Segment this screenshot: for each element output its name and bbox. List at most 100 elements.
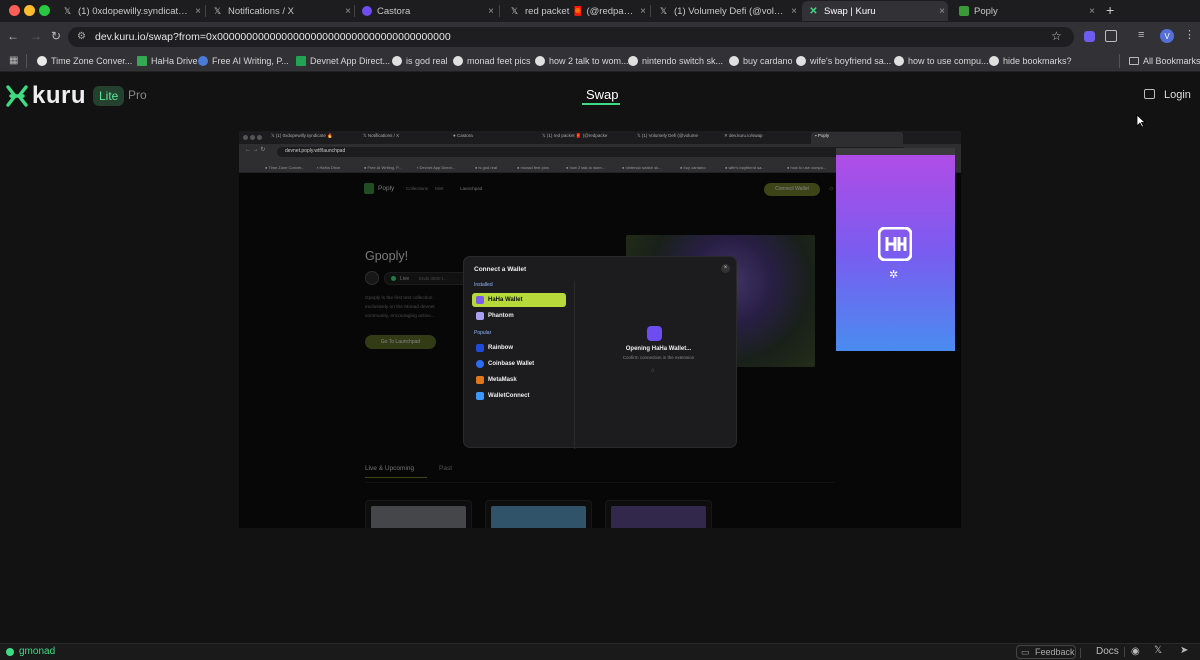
menu-kebab-icon[interactable]: ⋮ [1184,28,1195,41]
browser-tab[interactable]: Castora × [355,1,497,21]
embedded-screen-recording: 𝕏 (1) 0xdopewilly.syndicate 🔥 𝕏 Notifica… [239,131,961,528]
google-icon [535,56,545,66]
wallet-walletconnect: WalletConnect [472,389,566,403]
haha-extension-popup: ✲ [836,155,955,351]
bookmark-star-icon[interactable]: ☆ [1051,29,1062,43]
site-info-icon[interactable]: ⚙ [77,31,86,42]
close-tab-icon[interactable]: × [936,6,948,17]
wallet-icon [1144,89,1155,99]
confirm-connection-text: Confirm connection in the extension [622,355,695,360]
haha-wallet-large-icon [647,326,662,341]
bookmark-item[interactable]: Devnet App Direct... [296,54,390,68]
maximize-window-button[interactable] [39,5,50,16]
folder-icon [1129,57,1139,65]
extension-icon[interactable] [1084,31,1095,42]
extensions-puzzle-icon[interactable] [1105,30,1117,42]
network-status-dot-icon [6,648,14,656]
x-social-icon[interactable]: 𝕏 [1154,645,1162,656]
network-name: gmonad [19,646,56,657]
nav-swap[interactable]: Swap [586,87,619,102]
connect-wallet-modal: Connect a Wallet × Installed HaHa Wallet… [463,256,737,449]
wallet-coinbase: Coinbase Wallet [472,357,566,371]
google-icon [729,56,739,66]
discord-icon[interactable]: ◉ [1131,646,1140,657]
castora-icon [361,6,372,17]
browser-tab[interactable]: 𝕏 Notifications / X × [206,1,354,21]
inner-tab: ✕ dev.kuru.io/swap [724,133,763,138]
inner-tab-active: ▪ Poply [815,133,830,138]
bookmark-item[interactable]: HaHa Drive [137,54,198,68]
kuru-icon: ✕ [809,5,818,17]
close-tab-icon[interactable]: × [1086,6,1098,17]
wallet-metamask: MetaMask [472,373,566,387]
plus-icon [296,56,306,66]
browser-tab[interactable]: 𝕏 (1) 0xdopewilly.syndicate 🔥 × [56,1,204,21]
browser-tab-active[interactable]: ✕ Swap | Kuru × [802,1,948,21]
x-icon: 𝕏 [659,5,668,16]
bookmark-item[interactable]: monad feet pics [453,54,531,68]
bookmark-item[interactable]: Free AI Writing, P... [198,54,289,68]
close-window-button[interactable] [9,5,20,16]
kuru-logo-text: kuru [32,82,87,109]
url-text: dev.kuru.io/swap?from=0x0000000000000000… [95,31,451,43]
inner-tab: ● Castora [453,133,473,138]
bookmark-item[interactable]: Time Zone Conver... [37,54,132,68]
docs-link[interactable]: Docs [1096,646,1119,657]
google-icon [392,56,402,66]
browser-tab[interactable]: 𝕏 red packet 🧧 (@redpacke × [503,1,649,21]
haha-wallet-icon [476,296,484,304]
mode-pro-toggle[interactable]: Pro [128,88,147,102]
bookmark-item[interactable]: buy cardano [729,54,793,68]
popular-label: Popular [474,330,492,336]
bookmark-item[interactable]: wife's boyfriend sa... [796,54,891,68]
popup-loading-spinner-icon: ✲ [889,269,899,281]
forward-icon[interactable]: → [30,29,42,43]
close-tab-icon[interactable]: × [485,6,497,17]
inner-url-text: devnet.poply.wtf/launchpad [285,148,346,154]
close-tab-icon[interactable]: × [342,6,354,17]
mode-lite-toggle[interactable]: Lite [93,86,125,106]
bookmark-item[interactable]: nintendo switch sk... [628,54,723,68]
reload-icon[interactable]: ↻ [51,29,61,43]
x-icon: 𝕏 [213,5,222,16]
minimize-window-button[interactable] [24,5,35,16]
google-icon [989,56,999,66]
kuru-logo-icon [6,85,28,107]
wallet-rainbow: Rainbow [472,341,566,355]
google-icon [796,56,806,66]
globe-icon [37,56,47,66]
close-tab-icon[interactable]: × [192,6,204,17]
bookmark-item[interactable]: is god real [392,54,448,68]
x-icon: 𝕏 [63,5,72,16]
browser-tab[interactable]: Poply × [952,1,1098,21]
drive-icon [137,56,147,66]
browser-tab[interactable]: 𝕏 (1) Volumely Defi (@volumely × [652,1,800,21]
profile-avatar[interactable]: V [1160,29,1174,43]
all-bookmarks-button[interactable]: All Bookmarks [1129,54,1200,68]
bookmark-item[interactable]: hide bookmarks? [989,54,1072,68]
close-tab-icon[interactable]: × [637,6,649,17]
bookmark-item[interactable]: how to use compu... [894,54,989,68]
media-control-icon[interactable]: ≡ [1138,29,1144,41]
poply-icon [958,6,969,17]
browser-tab-bar: 𝕏 (1) 0xdopewilly.syndicate 🔥 × 𝕏 Notifi… [0,0,1200,22]
walletconnect-icon [476,392,484,400]
google-icon [628,56,638,66]
loading-spinner-icon: ◌ [651,368,655,374]
new-tab-button[interactable]: + [1106,2,1114,18]
back-icon[interactable]: ← [7,29,19,43]
installed-label: Installed [474,282,493,288]
mouse-cursor-icon [1136,114,1147,128]
chat-icon: ▭ [1021,647,1030,657]
extension-popup-titlebar [836,148,955,155]
feedback-button[interactable]: ▭ Feedback [1016,645,1076,659]
apps-grid-icon[interactable]: ▦ [9,55,18,66]
telegram-icon[interactable]: ➤ [1180,645,1188,656]
login-button[interactable]: Login [1164,89,1191,101]
pen-icon [198,56,208,66]
close-tab-icon[interactable]: × [788,6,800,17]
haha-logo-icon [877,226,913,262]
x-icon: 𝕏 [510,5,519,16]
bookmark-item[interactable]: how 2 talk to wom... [535,54,629,68]
phantom-icon [476,312,484,320]
